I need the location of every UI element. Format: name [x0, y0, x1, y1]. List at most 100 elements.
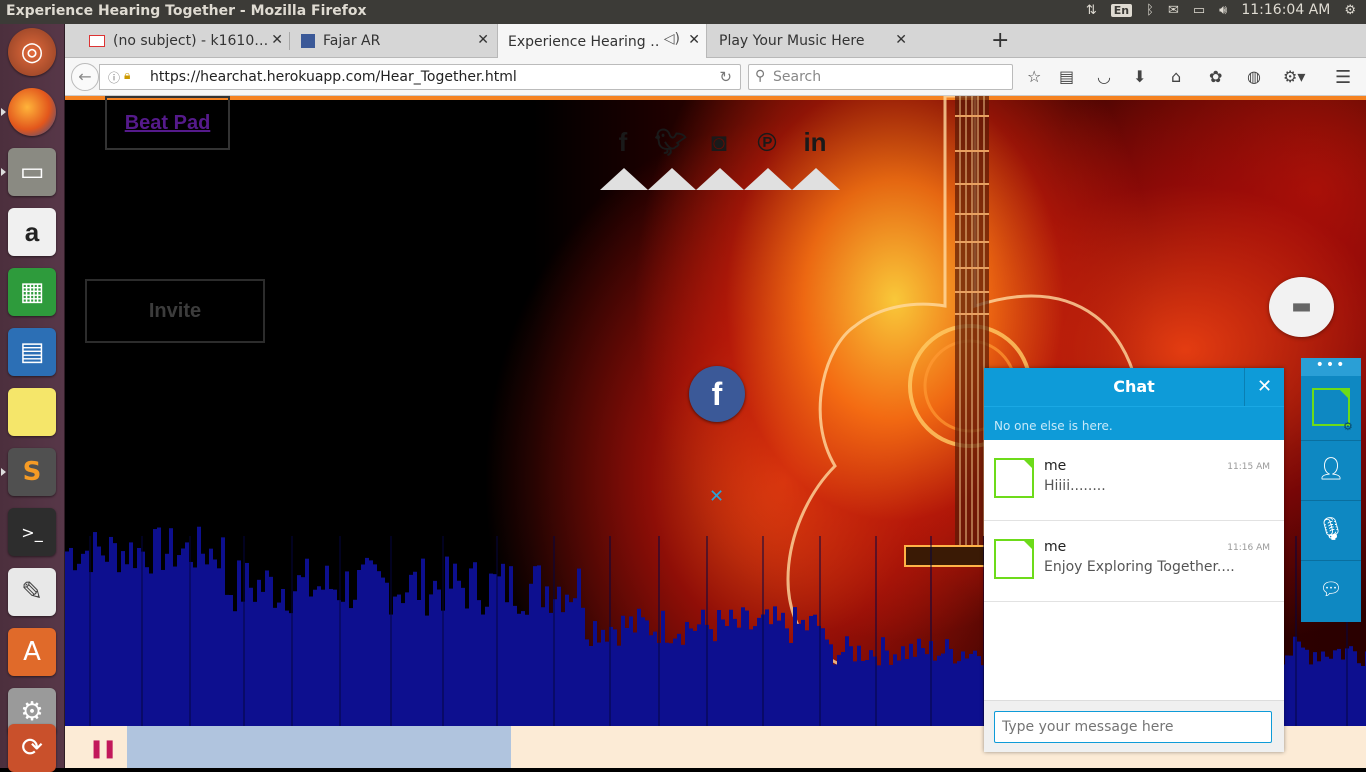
reading-list-icon[interactable]: ▤ — [1059, 67, 1074, 86]
visualizer-bar — [1357, 663, 1361, 726]
microphone-icon[interactable]: 🎙︎ — [1301, 500, 1361, 558]
visualizer-bar — [213, 559, 217, 726]
visualizer-bar — [585, 639, 589, 726]
pocket-icon[interactable]: ◡ — [1097, 67, 1111, 86]
mail-icon[interactable]: ✉ — [1168, 3, 1179, 18]
reload-icon[interactable]: ↻ — [719, 68, 732, 86]
visualizer-bar — [73, 570, 77, 726]
software-center-icon[interactable]: A — [8, 628, 56, 676]
url-bar[interactable]: ⓘ 🔒︎ https://hearchat.herokuapp.com/Hear… — [99, 64, 741, 90]
visualizer-bar — [117, 572, 121, 726]
visualizer-bar — [345, 571, 349, 726]
visualizer-bar — [505, 602, 509, 726]
menu-icon[interactable]: ☰ — [1335, 67, 1351, 88]
close-icon[interactable]: ✕ — [895, 32, 907, 48]
visualizer-bar — [81, 553, 85, 726]
progress-fill[interactable] — [127, 726, 511, 768]
visualizer-bar — [453, 563, 457, 726]
software-updater-icon[interactable]: ⟳ — [8, 724, 56, 772]
battery-icon[interactable]: ▭ — [1193, 3, 1205, 18]
visualizer-bar — [537, 565, 541, 726]
visualizer-bar — [105, 561, 109, 726]
bookmark-star-icon[interactable]: ☆ — [1027, 67, 1041, 86]
search-input[interactable]: ⚲ Search — [748, 64, 1013, 90]
chat-close-button[interactable]: ✕ — [1244, 368, 1284, 406]
tab-play-your-music[interactable]: Play Your Music Here ✕ — [709, 24, 913, 58]
visualizer-bar — [733, 618, 737, 726]
visualizer-bar — [265, 570, 269, 726]
visualizer-bar — [129, 542, 133, 726]
bluetooth-icon[interactable]: ᛒ — [1146, 3, 1154, 18]
visualizer-bar — [489, 573, 493, 726]
visualizer-bar — [805, 630, 809, 726]
tab-experience-hearing[interactable]: Experience Hearing … ◁) ✕ — [497, 24, 707, 59]
tab-title: (no subject) - k1610… — [113, 33, 269, 49]
visualizer-bar — [501, 563, 505, 726]
libreoffice-calc-icon[interactable]: ▦ — [8, 268, 56, 316]
visualizer-bar — [109, 536, 113, 726]
message-text: Enjoy Exploring Together.... — [1044, 559, 1235, 575]
keyboard-language-indicator[interactable]: En — [1110, 3, 1133, 17]
ubuntu-dash-icon[interactable]: ◎ — [8, 28, 56, 76]
files-icon[interactable]: ▭ — [1, 148, 56, 196]
close-icon[interactable]: ✕ — [688, 32, 700, 48]
tab-gmail[interactable]: (no subject) - k1610… ✕ — [79, 24, 290, 58]
new-tab-button[interactable]: + — [991, 28, 1009, 53]
gear-icon[interactable]: ⚙ — [1344, 3, 1356, 18]
close-icon[interactable]: ✕ — [477, 32, 489, 48]
visualizer-bar — [861, 660, 865, 726]
sticky-notes-icon[interactable] — [8, 388, 56, 436]
extension-icon[interactable]: ✿ — [1209, 67, 1222, 86]
amazon-icon[interactable]: a — [8, 208, 56, 256]
visualizer-bar — [121, 551, 125, 726]
visualizer-bar — [593, 621, 597, 726]
visualizer-bar — [257, 579, 261, 726]
visualizer-bar — [781, 612, 785, 726]
visualizer-bar — [941, 653, 945, 726]
firefox-icon[interactable] — [1, 88, 56, 136]
facebook-icon — [301, 34, 315, 48]
home-icon[interactable]: ⌂ — [1171, 67, 1181, 86]
volume-icon[interactable]: 🔊︎ — [1219, 3, 1227, 18]
network-transfer-icon[interactable]: ⇅ — [1086, 3, 1097, 18]
pause-button[interactable]: ❚❚ — [89, 738, 117, 759]
visualizer-bar — [869, 650, 873, 726]
visualizer-bar — [649, 635, 653, 726]
add-user-icon[interactable]: 👤︎ — [1301, 440, 1361, 498]
chat-message-input[interactable] — [994, 711, 1272, 743]
message-sender: me — [1044, 539, 1067, 555]
extension-dropdown-icon[interactable]: ⚙▾ — [1283, 67, 1305, 86]
visualizer-bar — [953, 663, 957, 726]
libreoffice-impress-icon[interactable]: ▤ — [8, 328, 56, 376]
visualizer-bar — [1305, 649, 1309, 726]
gmail-icon — [89, 35, 105, 47]
chat-bubble-icon[interactable]: 💬︎ — [1301, 560, 1361, 618]
visualizer-bar — [525, 614, 529, 726]
clock[interactable]: 11:16:04 AM — [1241, 2, 1330, 18]
gear-icon[interactable]: ⚙ — [1343, 420, 1353, 433]
url-text[interactable]: https://hearchat.herokuapp.com/Hear_Toge… — [150, 69, 517, 85]
visualizer-bar — [893, 654, 897, 726]
chat-title: Chat — [984, 368, 1284, 406]
sublime-text-icon[interactable]: S — [1, 448, 56, 496]
visualizer-bar — [325, 565, 329, 726]
terminal-icon[interactable]: >_ — [8, 508, 56, 556]
info-icon[interactable]: ⓘ — [108, 69, 120, 86]
visualizer-bar — [125, 564, 129, 726]
downloads-icon[interactable]: ⬇ — [1133, 67, 1146, 86]
visualizer-bar — [353, 599, 357, 726]
visualizer-bar — [425, 615, 429, 726]
visualizer-bar — [253, 601, 257, 726]
visualizer-bar — [421, 558, 425, 726]
visualizer-bar — [77, 563, 81, 726]
text-editor-icon[interactable]: ✎ — [8, 568, 56, 616]
speaker-icon[interactable]: ◁) — [664, 31, 680, 47]
more-options-icon[interactable]: ••• — [1301, 358, 1361, 376]
visualizer-bar — [925, 654, 929, 726]
visualizer-bar — [841, 651, 845, 726]
web-icon[interactable]: ◍ — [1247, 67, 1261, 86]
close-icon[interactable]: ✕ — [271, 32, 283, 48]
back-button[interactable]: ← — [71, 63, 99, 91]
tab-fajar-ar[interactable]: Fajar AR ✕ — [291, 24, 495, 58]
warning-lock-icon[interactable]: 🔒︎ — [124, 68, 130, 83]
